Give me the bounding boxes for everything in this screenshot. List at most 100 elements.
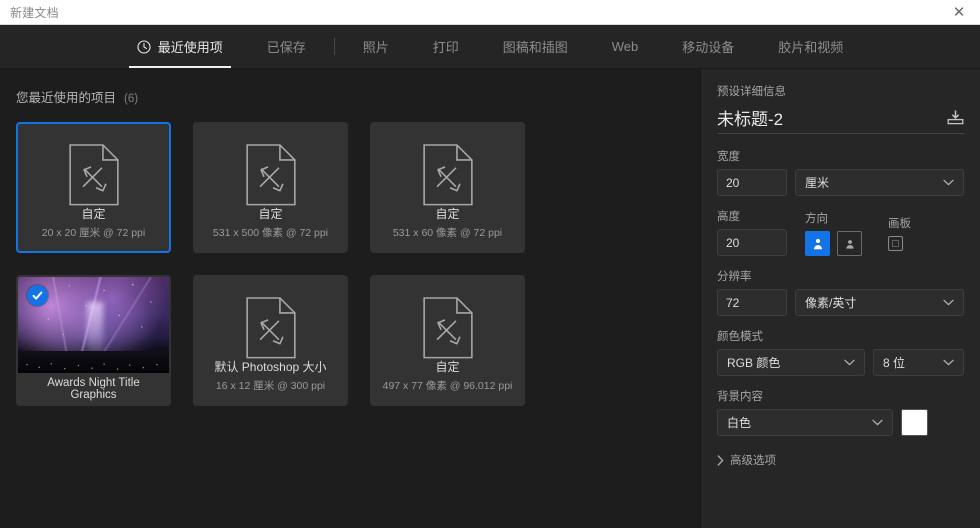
recent-items-pane: 您最近使用的项目 (6) 自定 20 x 20 厘米 @ 72 ppi 自定 5… bbox=[0, 69, 700, 528]
close-window-button[interactable]: ✕ bbox=[938, 0, 980, 25]
tab-web[interactable]: Web bbox=[590, 25, 661, 68]
background-label: 背景内容 bbox=[717, 391, 763, 403]
tab-print-label: 打印 bbox=[432, 40, 459, 55]
dialog-body: 您最近使用的项目 (6) 自定 20 x 20 厘米 @ 72 ppi 自定 5… bbox=[0, 69, 980, 528]
background-select[interactable]: 白色 bbox=[717, 409, 893, 436]
tab-recent[interactable]: 最近使用项 bbox=[115, 25, 245, 68]
recent-item-subtitle: 497 x 77 像素 @ 96.012 ppi bbox=[382, 380, 513, 392]
tab-saved-label: 已保存 bbox=[266, 40, 306, 55]
custom-document-icon bbox=[422, 297, 473, 359]
recent-item-card[interactable]: 默认 Photoshop 大小 16 x 12 厘米 @ 300 ppi bbox=[193, 275, 348, 406]
resolution-row: 像素/英寸 bbox=[717, 289, 964, 316]
background-value: 白色 bbox=[727, 416, 752, 430]
recent-item-title: 自定 bbox=[258, 206, 283, 221]
tab-saved[interactable]: 已保存 bbox=[245, 25, 328, 68]
recent-item-title: 自定 bbox=[81, 206, 106, 221]
tab-web-label: Web bbox=[611, 39, 639, 54]
window-titlebar: 新建文档 ✕ bbox=[0, 0, 980, 25]
recent-item-title: Awards Night Title Graphics bbox=[47, 376, 140, 401]
color-mode-label: 颜色模式 bbox=[717, 331, 763, 343]
tab-print[interactable]: 打印 bbox=[411, 25, 481, 68]
check-icon bbox=[32, 291, 43, 300]
tab-mobile-label: 移动设备 bbox=[682, 40, 735, 55]
orientation-label: 方向 bbox=[805, 213, 828, 225]
height-orientation-labels: 高度 方向 bbox=[717, 208, 964, 256]
close-icon: ✕ bbox=[952, 4, 966, 21]
recent-item-subtitle: 531 x 60 像素 @ 72 ppi bbox=[392, 227, 503, 239]
tab-mobile[interactable]: 移动设备 bbox=[660, 25, 756, 68]
save-preset-button[interactable] bbox=[946, 107, 964, 127]
chevron-right-icon bbox=[717, 454, 724, 466]
background-row: 白色 bbox=[717, 409, 964, 436]
chevron-down-icon bbox=[943, 359, 954, 366]
recent-item-card[interactable]: 自定 20 x 20 厘米 @ 72 ppi bbox=[16, 122, 171, 253]
portrait-icon bbox=[813, 238, 822, 249]
recent-section-count: (6) bbox=[124, 93, 139, 105]
width-label: 宽度 bbox=[717, 151, 740, 163]
chevron-down-icon bbox=[943, 179, 954, 186]
width-input[interactable] bbox=[717, 169, 787, 196]
width-field-block: 宽度 厘米 bbox=[717, 148, 964, 196]
recent-item-card[interactable]: 自定 497 x 77 像素 @ 96.012 ppi bbox=[370, 275, 525, 406]
artboard-checkbox[interactable] bbox=[888, 236, 903, 251]
chevron-down-icon bbox=[844, 359, 855, 366]
recent-items-grid: 自定 20 x 20 厘米 @ 72 ppi 自定 531 x 500 像素 @… bbox=[16, 122, 684, 406]
window-title: 新建文档 bbox=[10, 5, 59, 20]
artboard-label: 画板 bbox=[888, 218, 911, 230]
custom-document-icon bbox=[245, 297, 296, 359]
recent-item-subtitle: 16 x 12 厘米 @ 300 ppi bbox=[215, 380, 326, 392]
document-name-input[interactable] bbox=[717, 107, 938, 127]
preset-details-heading: 预设详细信息 bbox=[717, 86, 786, 98]
recent-item-title: 默认 Photoshop 大小 bbox=[214, 359, 327, 374]
resolution-unit-select[interactable]: 像素/英寸 bbox=[795, 289, 964, 316]
resolution-field-block: 分辨率 像素/英寸 bbox=[717, 268, 964, 316]
tab-art-illustration-label: 图稿和插图 bbox=[502, 40, 568, 55]
advanced-options-toggle[interactable]: 高级选项 bbox=[717, 452, 964, 468]
chevron-down-icon bbox=[943, 299, 954, 306]
recent-section-header: 您最近使用的项目 (6) bbox=[16, 87, 684, 106]
thumbnail-city-lights bbox=[18, 351, 169, 373]
custom-document-icon bbox=[245, 144, 296, 206]
width-unit-value: 厘米 bbox=[805, 176, 830, 190]
tab-photo-label: 照片 bbox=[362, 40, 389, 55]
orientation-landscape-button[interactable] bbox=[837, 231, 862, 256]
width-unit-select[interactable]: 厘米 bbox=[795, 169, 964, 196]
save-preset-icon bbox=[947, 109, 963, 124]
resolution-label: 分辨率 bbox=[717, 271, 752, 283]
template-selected-badge bbox=[27, 285, 48, 306]
chevron-down-icon bbox=[872, 419, 883, 426]
landscape-icon bbox=[845, 239, 854, 249]
template-thumbnail bbox=[18, 277, 169, 373]
recent-item-card[interactable]: 自定 531 x 500 像素 @ 72 ppi bbox=[193, 122, 348, 253]
resolution-unit-value: 像素/英寸 bbox=[805, 296, 857, 310]
tab-film-video[interactable]: 胶片和视频 bbox=[756, 25, 865, 68]
category-tabbar: 最近使用项 已保存 照片 打印 图稿和插图 Web 移动设备 胶片和视频 bbox=[0, 25, 980, 69]
width-row: 厘米 bbox=[717, 169, 964, 196]
height-label: 高度 bbox=[717, 211, 740, 223]
color-mode-row: RGB 颜色 8 位 bbox=[717, 349, 964, 376]
resolution-input[interactable] bbox=[717, 289, 787, 316]
color-mode-value: RGB 颜色 bbox=[727, 356, 781, 370]
custom-document-icon bbox=[68, 144, 119, 206]
background-color-swatch[interactable] bbox=[901, 409, 928, 436]
bit-depth-select[interactable]: 8 位 bbox=[873, 349, 964, 376]
height-input[interactable] bbox=[717, 229, 787, 256]
recent-section-title: 您最近使用的项目 bbox=[16, 91, 117, 105]
orientation-buttons bbox=[805, 231, 862, 256]
custom-document-icon bbox=[422, 144, 473, 206]
tab-photo[interactable]: 照片 bbox=[341, 25, 411, 68]
recent-template-card[interactable]: Awards Night Title Graphics bbox=[16, 275, 171, 406]
recent-item-card[interactable]: 自定 531 x 60 像素 @ 72 ppi bbox=[370, 122, 525, 253]
recent-item-title: 自定 bbox=[435, 359, 460, 374]
orientation-portrait-button[interactable] bbox=[805, 231, 830, 256]
document-name-row bbox=[717, 107, 964, 134]
tab-divider bbox=[333, 38, 335, 55]
advanced-options-label: 高级选项 bbox=[730, 455, 776, 467]
recent-item-title: 自定 bbox=[435, 206, 460, 221]
tab-recent-label: 最近使用项 bbox=[157, 40, 223, 55]
color-mode-select[interactable]: RGB 颜色 bbox=[717, 349, 865, 376]
tab-art-illustration[interactable]: 图稿和插图 bbox=[481, 25, 590, 68]
tab-film-video-label: 胶片和视频 bbox=[778, 40, 844, 55]
clock-icon bbox=[137, 39, 151, 54]
color-mode-field-block: 颜色模式 RGB 颜色 8 位 bbox=[717, 328, 964, 376]
